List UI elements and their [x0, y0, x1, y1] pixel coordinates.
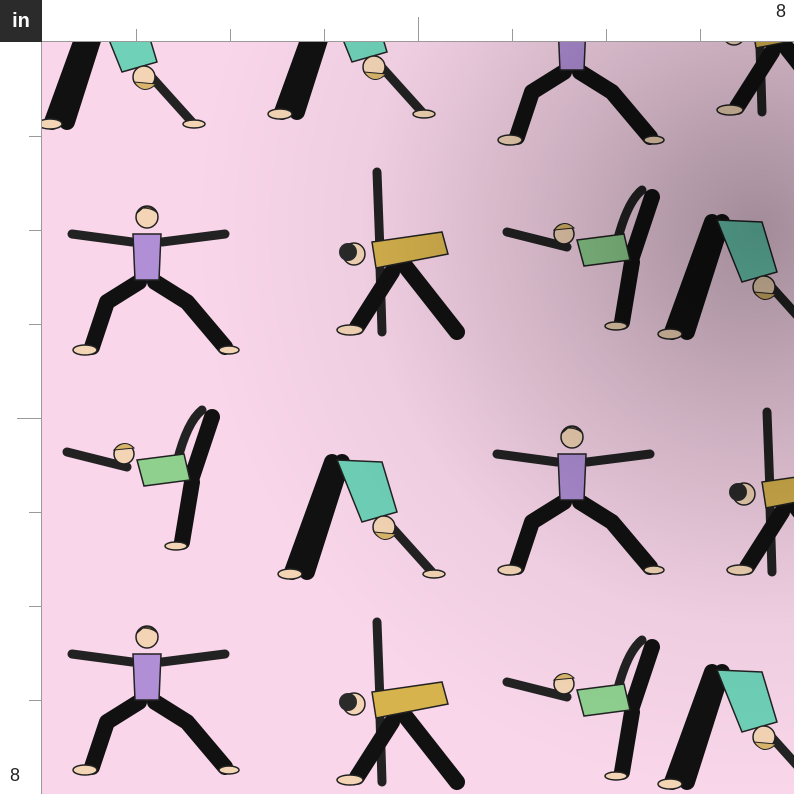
ruler-tick: [29, 700, 41, 701]
ruler-tick: [418, 17, 419, 41]
top-ruler: 8: [42, 0, 794, 42]
left-ruler-end-label: 8: [10, 765, 21, 785]
ruler-tick: [606, 29, 607, 41]
fabric-swatch: .arm { stroke: #222; stroke-width: 9; st…: [42, 42, 794, 794]
ruler-tick: [29, 512, 41, 513]
yoga-pattern: .arm { stroke: #222; stroke-width: 9; st…: [42, 42, 794, 794]
ruler-tick: [324, 29, 325, 41]
ruler-tick: [29, 230, 41, 231]
ruler-tick: [17, 418, 41, 419]
ruler-tick: [512, 29, 513, 41]
ruler-tick: [136, 29, 137, 41]
ruler-tick: [700, 29, 701, 41]
ruler-tick: [29, 136, 41, 137]
fabric-fold-shadow: [42, 42, 794, 794]
ruler-tick: [29, 606, 41, 607]
unit-toggle-button[interactable]: in: [0, 0, 42, 42]
ruler-tick: [29, 324, 41, 325]
ruler-tick: [230, 29, 231, 41]
left-ruler: 8: [0, 42, 42, 794]
top-ruler-end-label: 8: [775, 1, 786, 21]
